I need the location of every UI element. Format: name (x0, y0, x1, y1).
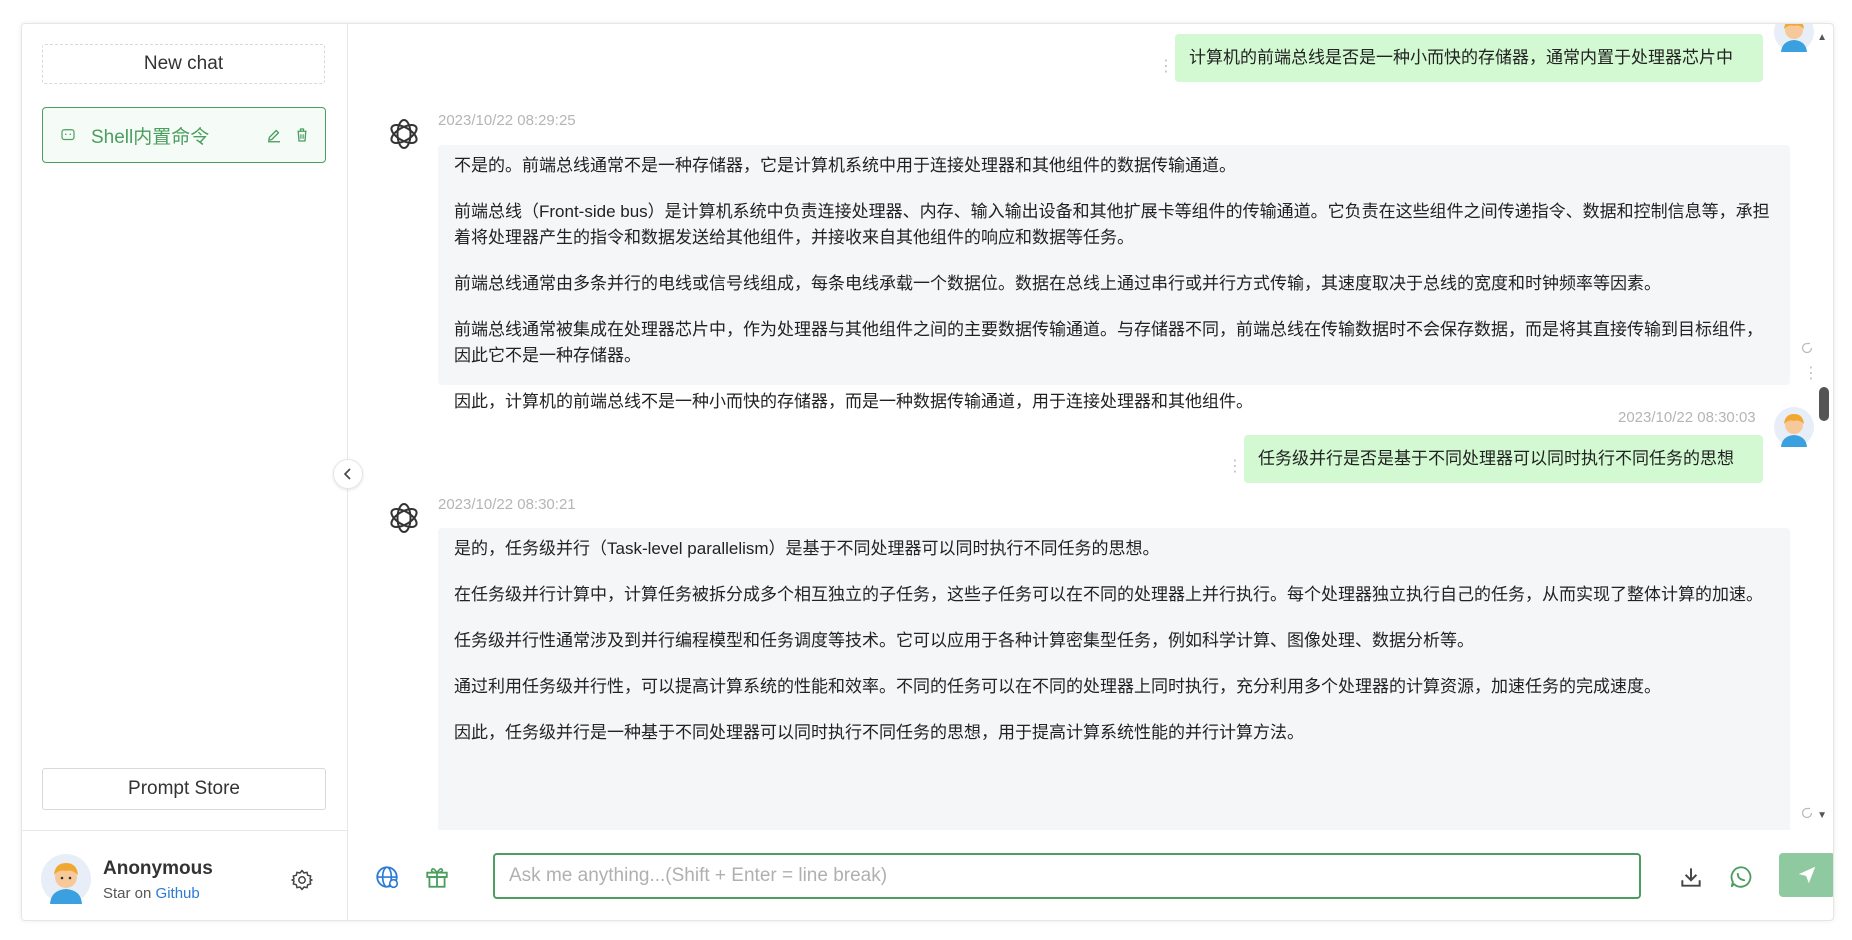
user-message-bubble: 计算机的前端总线是否是一种小而快的存储器，通常内置于处理器芯片中 (1175, 34, 1763, 82)
send-icon (1798, 866, 1816, 884)
user-avatar (1774, 24, 1814, 52)
user-name: Anonymous (103, 858, 213, 879)
scrollbar-thumb[interactable] (1819, 387, 1829, 421)
message-paragraph: 在任务级并行计算中，计算任务被拆分成多个相互独立的子任务，这些子任务可以在不同的… (454, 585, 1763, 604)
message-timestamp: 2023/10/22 08:30:21 (438, 496, 576, 513)
chat-scroll-area[interactable]: 计算机的前端总线是否是一种小而快的存储器，通常内置于处理器芯片中 ⋮ 2023/… (348, 24, 1833, 830)
message-paragraph: 不是的。前端总线通常不是一种存储器，它是计算机系统中用于连接处理器和其他组件的数… (454, 156, 1236, 175)
conversation-title: Shell内置命令 (91, 126, 210, 148)
message-paragraph: 因此，任务级并行是一种基于不同处理器可以同时执行不同任务的思想，用于提高计算系统… (454, 723, 1304, 742)
assistant-message-bubble: 是的，任务级并行（Task-level parallelism）是基于不同处理器… (438, 528, 1790, 830)
assistant-message-bubble: 不是的。前端总线通常不是一种存储器，它是计算机系统中用于连接处理器和其他组件的数… (438, 145, 1790, 411)
user-avatar (1774, 407, 1814, 447)
avatar (41, 854, 91, 904)
message-paragraph: 因此，计算机的前端总线不是一种小而快的存储器，而是一种数据传输通道，用于连接处理… (454, 392, 1253, 411)
gift-icon[interactable] (424, 864, 450, 890)
user-panel: Anonymous Star on Github (22, 830, 347, 920)
user-subtitle: Star on Github (103, 885, 200, 902)
message-menu-icon[interactable]: ⋮ (1227, 459, 1243, 475)
chat-input[interactable] (493, 853, 1641, 899)
input-toolbar (348, 830, 1833, 920)
conversation-item[interactable]: Shell内置命令 (42, 107, 326, 163)
app-window: New chat Shell内置命令 Prompt Store Anonymou… (21, 23, 1834, 921)
user-message-bubble: 任务级并行是否是基于不同处理器可以同时执行不同任务的思想 (1244, 435, 1763, 483)
message-timestamp: 2023/10/22 08:30:03 (1618, 409, 1756, 426)
main-panel: 计算机的前端总线是否是一种小而快的存储器，通常内置于处理器芯片中 ⋮ 2023/… (348, 24, 1833, 920)
regenerate-icon[interactable] (1800, 341, 1814, 355)
scroll-down-arrow[interactable]: ▼ (1817, 810, 1827, 821)
edit-icon[interactable] (265, 126, 283, 144)
whatsapp-icon[interactable] (1728, 864, 1754, 890)
send-button[interactable] (1779, 853, 1833, 897)
message-paragraph: 前端总线通常被集成在处理器芯片中，作为处理器与其他组件之间的主要数据传输通道。与… (454, 320, 1763, 365)
download-icon[interactable] (1678, 864, 1704, 890)
new-chat-button[interactable]: New chat (42, 44, 325, 84)
globe-icon[interactable] (374, 864, 400, 890)
message-paragraph: 是的，任务级并行（Task-level parallelism）是基于不同处理器… (454, 539, 1160, 558)
star-on-label: Star on (103, 885, 152, 902)
chevron-left-icon (343, 468, 351, 480)
message-paragraph: 任务级并行性通常涉及到并行编程模型和任务调度等技术。它可以应用于各种计算密集型任… (454, 631, 1474, 650)
sidebar: New chat Shell内置命令 Prompt Store Anonymou… (22, 24, 348, 920)
message-paragraph: 前端总线通常由多条并行的电线或信号线组成，每条电线承载一个数据位。数据在总线上通… (454, 274, 1661, 293)
message-paragraph: 通过利用任务级并行性，可以提高计算系统的性能和效率。不同的任务可以在不同的处理器… (454, 677, 1661, 696)
message-menu-icon[interactable]: ⋮ (1803, 366, 1819, 382)
github-link[interactable]: Github (156, 885, 200, 902)
regenerate-icon[interactable] (1800, 806, 1814, 820)
chat-bubble-icon (61, 129, 75, 141)
message-paragraph: 前端总线（Front-side bus）是计算机系统中负责连接处理器、内存、输入… (454, 202, 1770, 247)
openai-logo-icon (390, 119, 418, 149)
prompt-store-button[interactable]: Prompt Store (42, 768, 326, 810)
collapse-sidebar-button[interactable] (333, 459, 363, 489)
trash-icon[interactable] (293, 126, 311, 144)
gear-icon[interactable] (290, 868, 314, 892)
scroll-up-arrow[interactable]: ▲ (1817, 32, 1827, 43)
openai-logo-icon (390, 503, 418, 533)
message-timestamp: 2023/10/22 08:29:25 (438, 112, 576, 129)
message-menu-icon[interactable]: ⋮ (1158, 59, 1174, 75)
